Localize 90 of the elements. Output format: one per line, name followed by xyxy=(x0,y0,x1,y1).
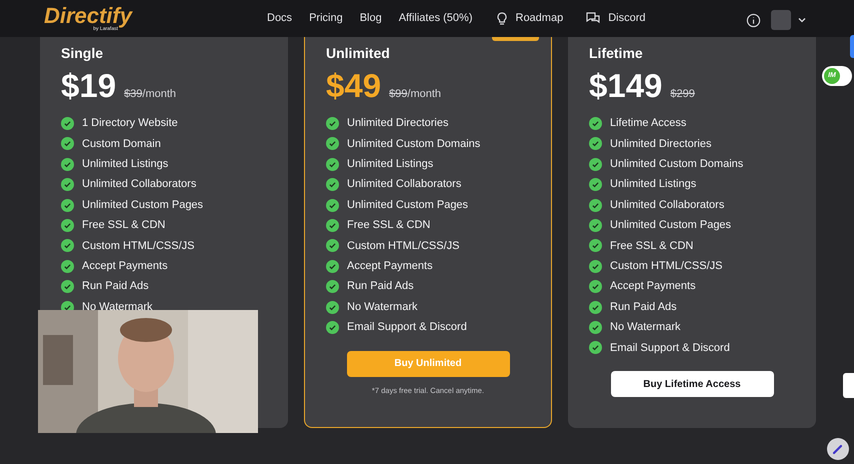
check-icon xyxy=(61,218,74,232)
plan-price: $149 xyxy=(589,67,662,105)
brand-logo[interactable]: Directify xyxy=(44,5,132,27)
check-icon xyxy=(61,239,74,252)
check-icon xyxy=(61,280,74,294)
feature-text: Custom Domain xyxy=(82,136,161,152)
feature-text: Custom HTML/CSS/JS xyxy=(610,258,722,274)
check-icon xyxy=(589,239,602,252)
plan-price: $19 xyxy=(61,67,116,105)
check-icon xyxy=(589,300,602,314)
nav-link[interactable]: Roadmap xyxy=(496,10,564,27)
check-icon xyxy=(589,178,602,192)
feature-text: Unlimited Listings xyxy=(82,157,168,172)
lightbulb-icon xyxy=(496,12,508,26)
check-icon xyxy=(589,280,602,294)
feature-text: Unlimited Directories xyxy=(610,136,712,152)
feature-text: Free SSL & CDN xyxy=(610,238,694,254)
check-icon xyxy=(61,137,74,150)
check-icon xyxy=(326,239,339,252)
check-icon xyxy=(326,158,339,171)
feature-text: Unlimited Custom Domains xyxy=(610,157,744,172)
check-icon xyxy=(589,341,602,354)
feature-text: Run Paid Ads xyxy=(610,300,677,315)
feature-text: Unlimited Collaborators xyxy=(610,198,724,213)
feature-text: 1 Directory Website xyxy=(82,116,178,132)
feature-text: Custom HTML/CSS/JS xyxy=(347,238,460,254)
feature-text: Unlimited Custom Domains xyxy=(347,136,480,152)
nav-link[interactable]: Pricing xyxy=(309,10,343,27)
buy-button[interactable]: Buy Lifetime Access xyxy=(610,371,774,398)
feature-text: No Watermark xyxy=(347,300,418,315)
feature-text: Unlimited Custom Pages xyxy=(610,218,732,234)
feature-text: No Watermark xyxy=(610,320,680,336)
feature-text: Free SSL & CDN xyxy=(82,218,166,234)
feature-text: Custom HTML/CSS/JS xyxy=(82,238,194,254)
check-icon xyxy=(589,117,602,130)
feature-text: Run Paid Ads xyxy=(347,279,414,294)
plan-price: $49 xyxy=(326,67,382,105)
check-icon xyxy=(589,198,602,212)
chevron-down-icon[interactable] xyxy=(798,17,806,23)
feature-text: Unlimited Custom Pages xyxy=(347,198,468,213)
check-icon xyxy=(326,178,339,192)
check-icon xyxy=(326,320,339,334)
check-icon xyxy=(326,300,339,314)
price-period: /month xyxy=(142,87,176,101)
old-price: $299 xyxy=(670,87,695,101)
check-icon xyxy=(589,260,602,273)
plan-name: Single xyxy=(61,44,104,62)
pencil-icon xyxy=(832,443,844,455)
check-icon xyxy=(326,117,339,130)
feature-text: Unlimited Directories xyxy=(347,116,448,132)
price-period: /month xyxy=(407,87,442,101)
feature-text: Run Paid Ads xyxy=(82,279,149,294)
nav-link[interactable]: Blog xyxy=(360,10,382,27)
check-icon xyxy=(326,218,339,232)
check-icon xyxy=(326,260,339,273)
feature-text: Unlimited Custom Pages xyxy=(82,198,204,213)
check-icon xyxy=(589,137,602,150)
info-icon[interactable] xyxy=(746,12,761,28)
check-icon xyxy=(61,158,74,171)
nav-link[interactable]: Docs xyxy=(267,10,292,27)
check-icon xyxy=(61,198,74,212)
feature-text: Email Support & Discord xyxy=(347,320,467,336)
nav-link[interactable]: Discord xyxy=(586,10,646,27)
feature-text: Lifetime Access xyxy=(610,116,686,132)
feature-text: Unlimited Listings xyxy=(347,157,434,172)
check-icon xyxy=(61,117,74,130)
check-icon xyxy=(589,218,602,232)
plan-name: Lifetime xyxy=(589,44,644,62)
feature-text: Accept Payments xyxy=(82,258,168,274)
chat-icon xyxy=(586,12,600,25)
check-icon xyxy=(326,137,339,150)
check-icon xyxy=(61,178,74,192)
edit-button[interactable] xyxy=(827,438,849,460)
feature-text: Email Support & Discord xyxy=(610,340,730,356)
feature-text: No Watermark xyxy=(82,300,152,315)
feature-text: Unlimited Listings xyxy=(610,177,696,192)
feature-text: Accept Payments xyxy=(610,279,696,294)
check-icon xyxy=(589,158,602,171)
old-price: $99 xyxy=(389,87,408,101)
feature-text: Unlimited Collaborators xyxy=(82,177,196,192)
check-icon xyxy=(589,320,602,334)
plan-name: Unlimited xyxy=(326,44,391,62)
check-icon xyxy=(326,280,339,294)
check-icon xyxy=(61,260,74,273)
feature-text: Unlimited Collaborators xyxy=(347,177,462,192)
nav-link[interactable]: Affiliates (50%) xyxy=(398,10,472,27)
old-price: $39 xyxy=(124,87,142,101)
feature-text: Accept Payments xyxy=(347,258,433,274)
check-icon xyxy=(326,198,339,212)
feature-text: Free SSL & CDN xyxy=(347,218,430,234)
